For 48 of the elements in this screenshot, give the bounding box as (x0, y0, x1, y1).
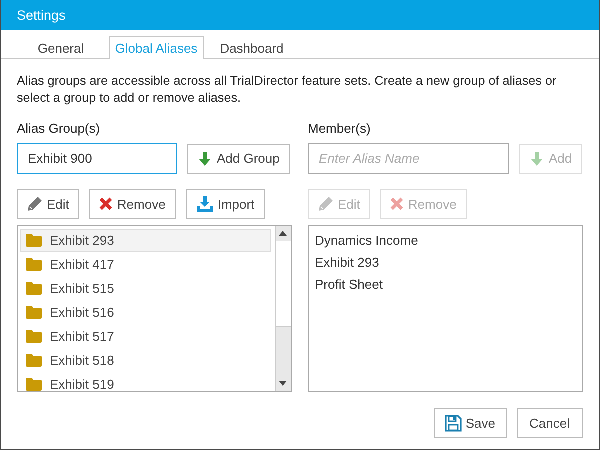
folder-icon (26, 330, 42, 343)
save-button[interactable]: Save (434, 408, 507, 438)
pencil-icon (27, 196, 43, 212)
member-list-item[interactable]: Dynamics Income (311, 229, 580, 251)
group-list-item[interactable]: Exhibit 515 (20, 277, 271, 300)
folder-icon (26, 282, 42, 295)
scrollbar[interactable] (275, 226, 291, 391)
pencil-icon (318, 196, 334, 212)
group-list-item[interactable]: Exhibit 516 (20, 301, 271, 324)
cross-icon (99, 197, 114, 211)
group-name: Exhibit 293 (50, 233, 114, 248)
group-list-item[interactable]: Exhibit 517 (20, 325, 271, 348)
cross-icon (390, 197, 404, 211)
member-list-item[interactable]: Exhibit 293 (311, 251, 580, 273)
folder-icon (26, 234, 42, 247)
group-list-item[interactable]: Exhibit 293 (20, 229, 271, 252)
remove-button[interactable]: Remove (89, 189, 176, 219)
group-name: Exhibit 516 (50, 305, 114, 320)
add-group-button[interactable]: Add Group (187, 144, 290, 174)
group-name: Exhibit 518 (50, 353, 114, 368)
tab[interactable]: General (17, 36, 105, 59)
folder-icon (26, 306, 42, 319)
group-name-field[interactable]: Exhibit 900 (17, 143, 177, 174)
group-name: Exhibit 517 (50, 329, 114, 344)
folder-icon (26, 378, 42, 391)
field-label: Member(s) (308, 121, 372, 137)
group-name: Exhibit 417 (50, 257, 114, 272)
scroll-up-icon[interactable] (279, 230, 287, 236)
folder-icon (26, 258, 42, 271)
edit-button[interactable]: Edit (17, 189, 80, 219)
folder-icon (26, 354, 42, 367)
group-list-item[interactable]: Exhibit 519 (20, 373, 271, 391)
download-tray-icon (196, 196, 214, 212)
field-label: Alias Group(s) (17, 121, 102, 137)
import-button[interactable]: Import (186, 189, 265, 219)
tab[interactable]: Dashboard (208, 36, 296, 59)
group-list-item[interactable]: Exhibit 417 (20, 253, 271, 276)
description-text: Alias groups are accessible across all TrialDirector feature sets. Create a new group of aliases or select a group to add or remove aliases. (17, 73, 558, 107)
down-arrow-icon (529, 150, 545, 166)
alias-name-field[interactable]: Enter Alias Name (308, 143, 509, 174)
cancel-button[interactable]: Cancel (516, 408, 583, 438)
group-name: Exhibit 515 (50, 281, 114, 296)
group-list-item[interactable]: Exhibit 518 (20, 349, 271, 372)
scroll-down-icon[interactable] (279, 381, 287, 387)
member-list-item[interactable]: Profit Sheet (311, 273, 580, 295)
window-title: Settings (1, 0, 599, 30)
down-arrow-icon (197, 150, 213, 166)
group-name: Exhibit 519 (50, 377, 114, 391)
